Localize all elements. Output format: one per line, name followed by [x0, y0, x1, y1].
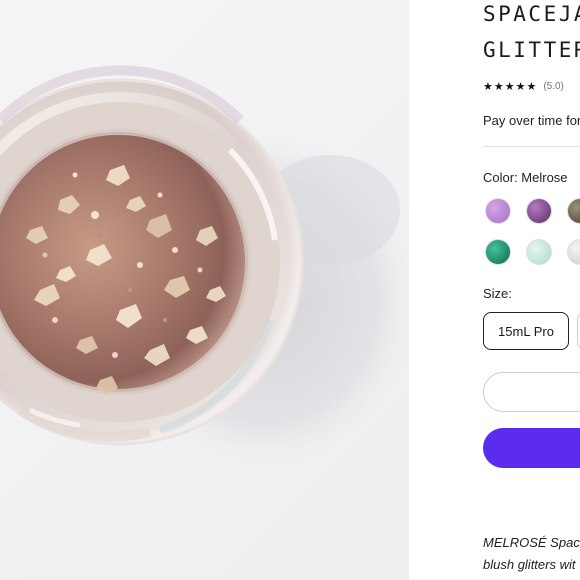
- rating-stars-icon: ★★★★★: [483, 81, 538, 93]
- product-image[interactable]: [0, 0, 409, 580]
- color-swatch-lavender[interactable]: [485, 198, 511, 224]
- color-swatch-silver[interactable]: [567, 239, 580, 265]
- color-label: Color: Melrose: [483, 170, 568, 185]
- description-line1: MELROSÉ Space: [483, 535, 580, 550]
- glitter-jar-illustration: [0, 65, 409, 465]
- product-title: SPACEJA GLITTER: [483, 0, 580, 68]
- description-line2: blush glitters wit: [483, 557, 576, 572]
- size-label: Size:: [483, 286, 512, 301]
- product-rating[interactable]: ★★★★★ (5.0): [483, 80, 564, 93]
- rating-value: (5.0): [543, 81, 564, 92]
- add-to-cart-button[interactable]: [483, 428, 580, 468]
- product-info-panel: SPACEJA GLITTER ★★★★★ (5.0) Pay over tim…: [409, 0, 580, 580]
- product-description: MELROSÉ Space blush glitters wit: [483, 532, 580, 576]
- color-swatch-opal-mint[interactable]: [526, 239, 552, 265]
- color-swatch-olive[interactable]: [567, 198, 580, 224]
- color-swatch-emerald[interactable]: [485, 239, 511, 265]
- divider: [483, 146, 580, 147]
- product-title-line2: GLITTER: [483, 38, 580, 62]
- pay-over-time-text: Pay over time for: [483, 113, 580, 128]
- color-swatch-violet[interactable]: [526, 198, 552, 224]
- secondary-action-button[interactable]: [483, 372, 580, 412]
- size-option-15ml-pro[interactable]: 15mL Pro: [483, 312, 569, 350]
- product-title-line1: SPACEJA: [483, 2, 580, 26]
